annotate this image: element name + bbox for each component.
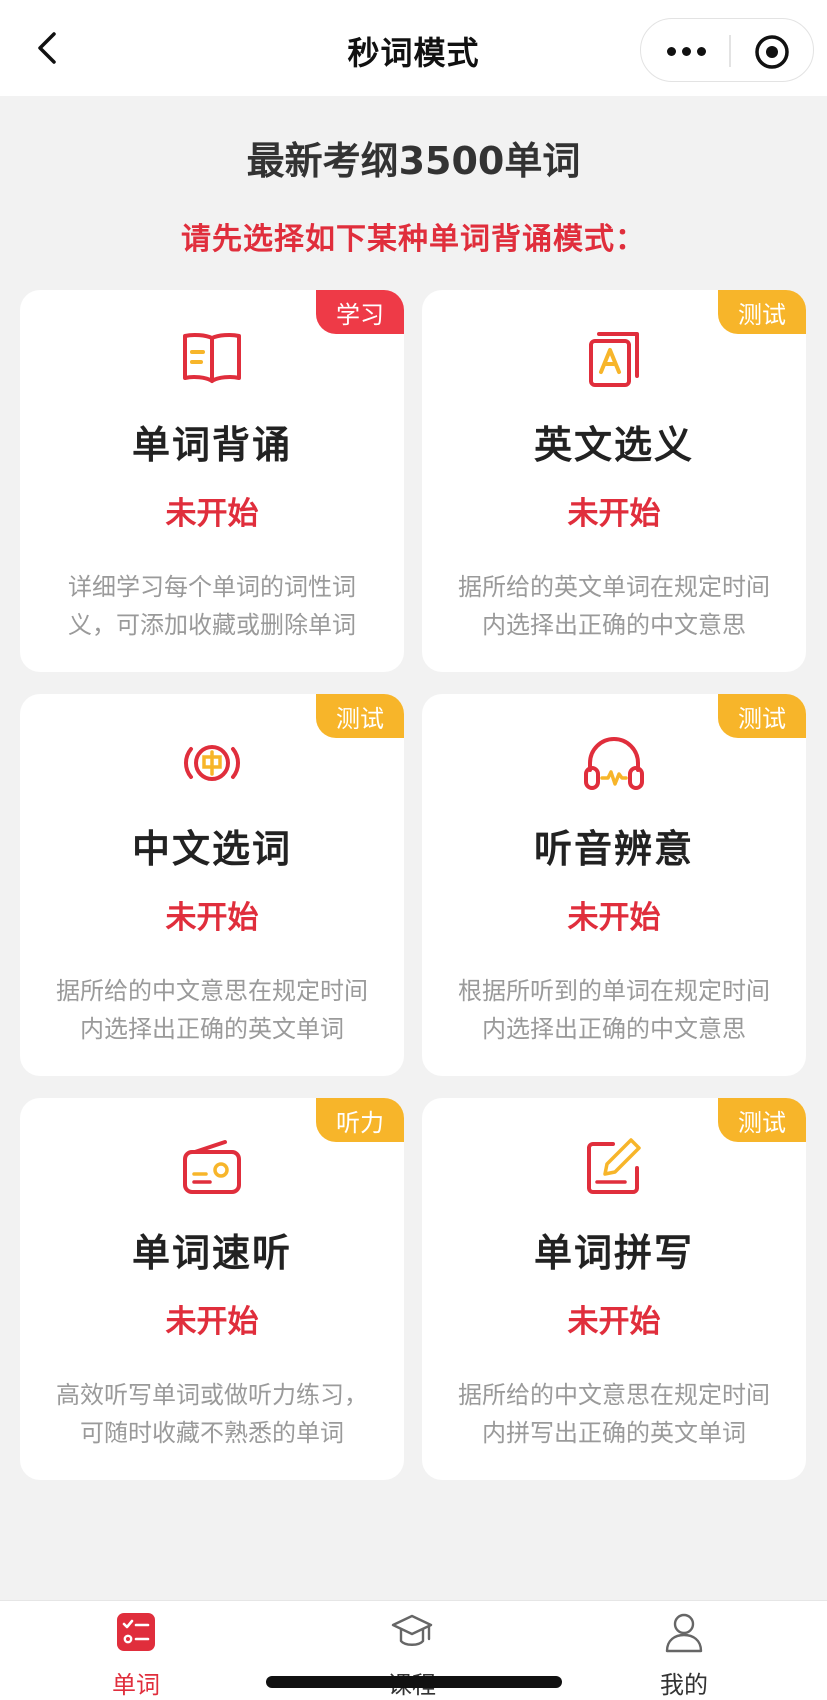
book-icon — [20, 326, 404, 392]
mode-card-chinese-to-word[interactable]: 测试 中文选词 未开始 据所给的中文意思在规定时间内选择出正确的英文单词 — [20, 694, 404, 1076]
mode-status: 未开始 — [567, 900, 661, 936]
mode-status: 未开始 — [567, 496, 661, 532]
capsule-divider — [729, 35, 731, 67]
mode-title: 听音辨意 — [533, 827, 694, 871]
mode-title: 英文选义 — [533, 423, 694, 467]
tab-words[interactable]: 单词 — [66, 1609, 206, 1700]
mini-program-capsule — [640, 18, 814, 82]
tab-mine[interactable]: 我的 — [614, 1609, 754, 1700]
mode-status: 未开始 — [165, 1304, 259, 1340]
tab-label: 我的 — [660, 1671, 708, 1699]
mode-status: 未开始 — [165, 900, 259, 936]
mode-card-spelling[interactable]: 测试 单词拼写 未开始 据所给的中文意思在规定时间内拼写出正确的英文单词 — [422, 1098, 806, 1480]
mode-status: 未开始 — [165, 496, 259, 532]
mode-description: 高效听写单词或做听力练习，可随时收藏不熟悉的单词 — [56, 1381, 368, 1447]
letter-a-card-icon — [422, 326, 806, 392]
mode-title: 中文选词 — [131, 827, 292, 871]
radio-icon — [20, 1134, 404, 1200]
home-indicator[interactable] — [266, 1676, 562, 1688]
mode-card-quick-listen[interactable]: 听力 单词速听 未开始 高效听写单词或做听力练习，可随时收藏不熟悉的单词 — [20, 1098, 404, 1480]
mode-description: 据所给的中文意思在规定时间内拼写出正确的英文单词 — [458, 1381, 770, 1447]
tab-label: 单词 — [112, 1671, 160, 1699]
vocabulary-set-title: 最新考纲3500单词 — [246, 139, 581, 183]
close-target-icon[interactable] — [753, 33, 791, 71]
word-list-icon — [115, 1611, 157, 1653]
mode-title: 单词拼写 — [533, 1231, 694, 1275]
mode-description: 据所给的英文单词在规定时间内选择出正确的中文意思 — [458, 573, 770, 639]
mode-card-listen-meaning[interactable]: 测试 听音辨意 未开始 根据所听到的单词在规定时间内选择出正确的中文意思 — [422, 694, 806, 1076]
mode-description: 据所给的中文意思在规定时间内选择出正确的英文单词 — [56, 977, 368, 1043]
navigation-bar: 秒词模式 — [0, 0, 827, 96]
mode-description: 详细学习每个单词的词性词义，可添加收藏或删除单词 — [68, 573, 356, 639]
graduation-cap-icon — [391, 1611, 433, 1653]
instruction-text: 请先选择如下某种单词背诵模式： — [181, 222, 646, 257]
edit-pencil-icon — [422, 1134, 806, 1200]
mode-card-english-to-meaning[interactable]: 测试 英文选义 未开始 据所给的英文单词在规定时间内选择出正确的中文意思 — [422, 290, 806, 672]
user-icon — [663, 1611, 705, 1653]
more-icon[interactable] — [663, 34, 709, 68]
mode-card-word-memorize[interactable]: 学习 单词背诵 未开始 详细学习每个单词的词性词义，可添加收藏或删除单词 — [20, 290, 404, 672]
mode-title: 单词速听 — [131, 1231, 292, 1275]
mode-title: 单词背诵 — [131, 423, 292, 467]
mode-description: 根据所听到的单词在规定时间内选择出正确的中文意思 — [458, 977, 770, 1043]
chinese-char-broadcast-icon — [20, 730, 404, 796]
headphones-icon — [422, 730, 806, 796]
mode-status: 未开始 — [567, 1304, 661, 1340]
